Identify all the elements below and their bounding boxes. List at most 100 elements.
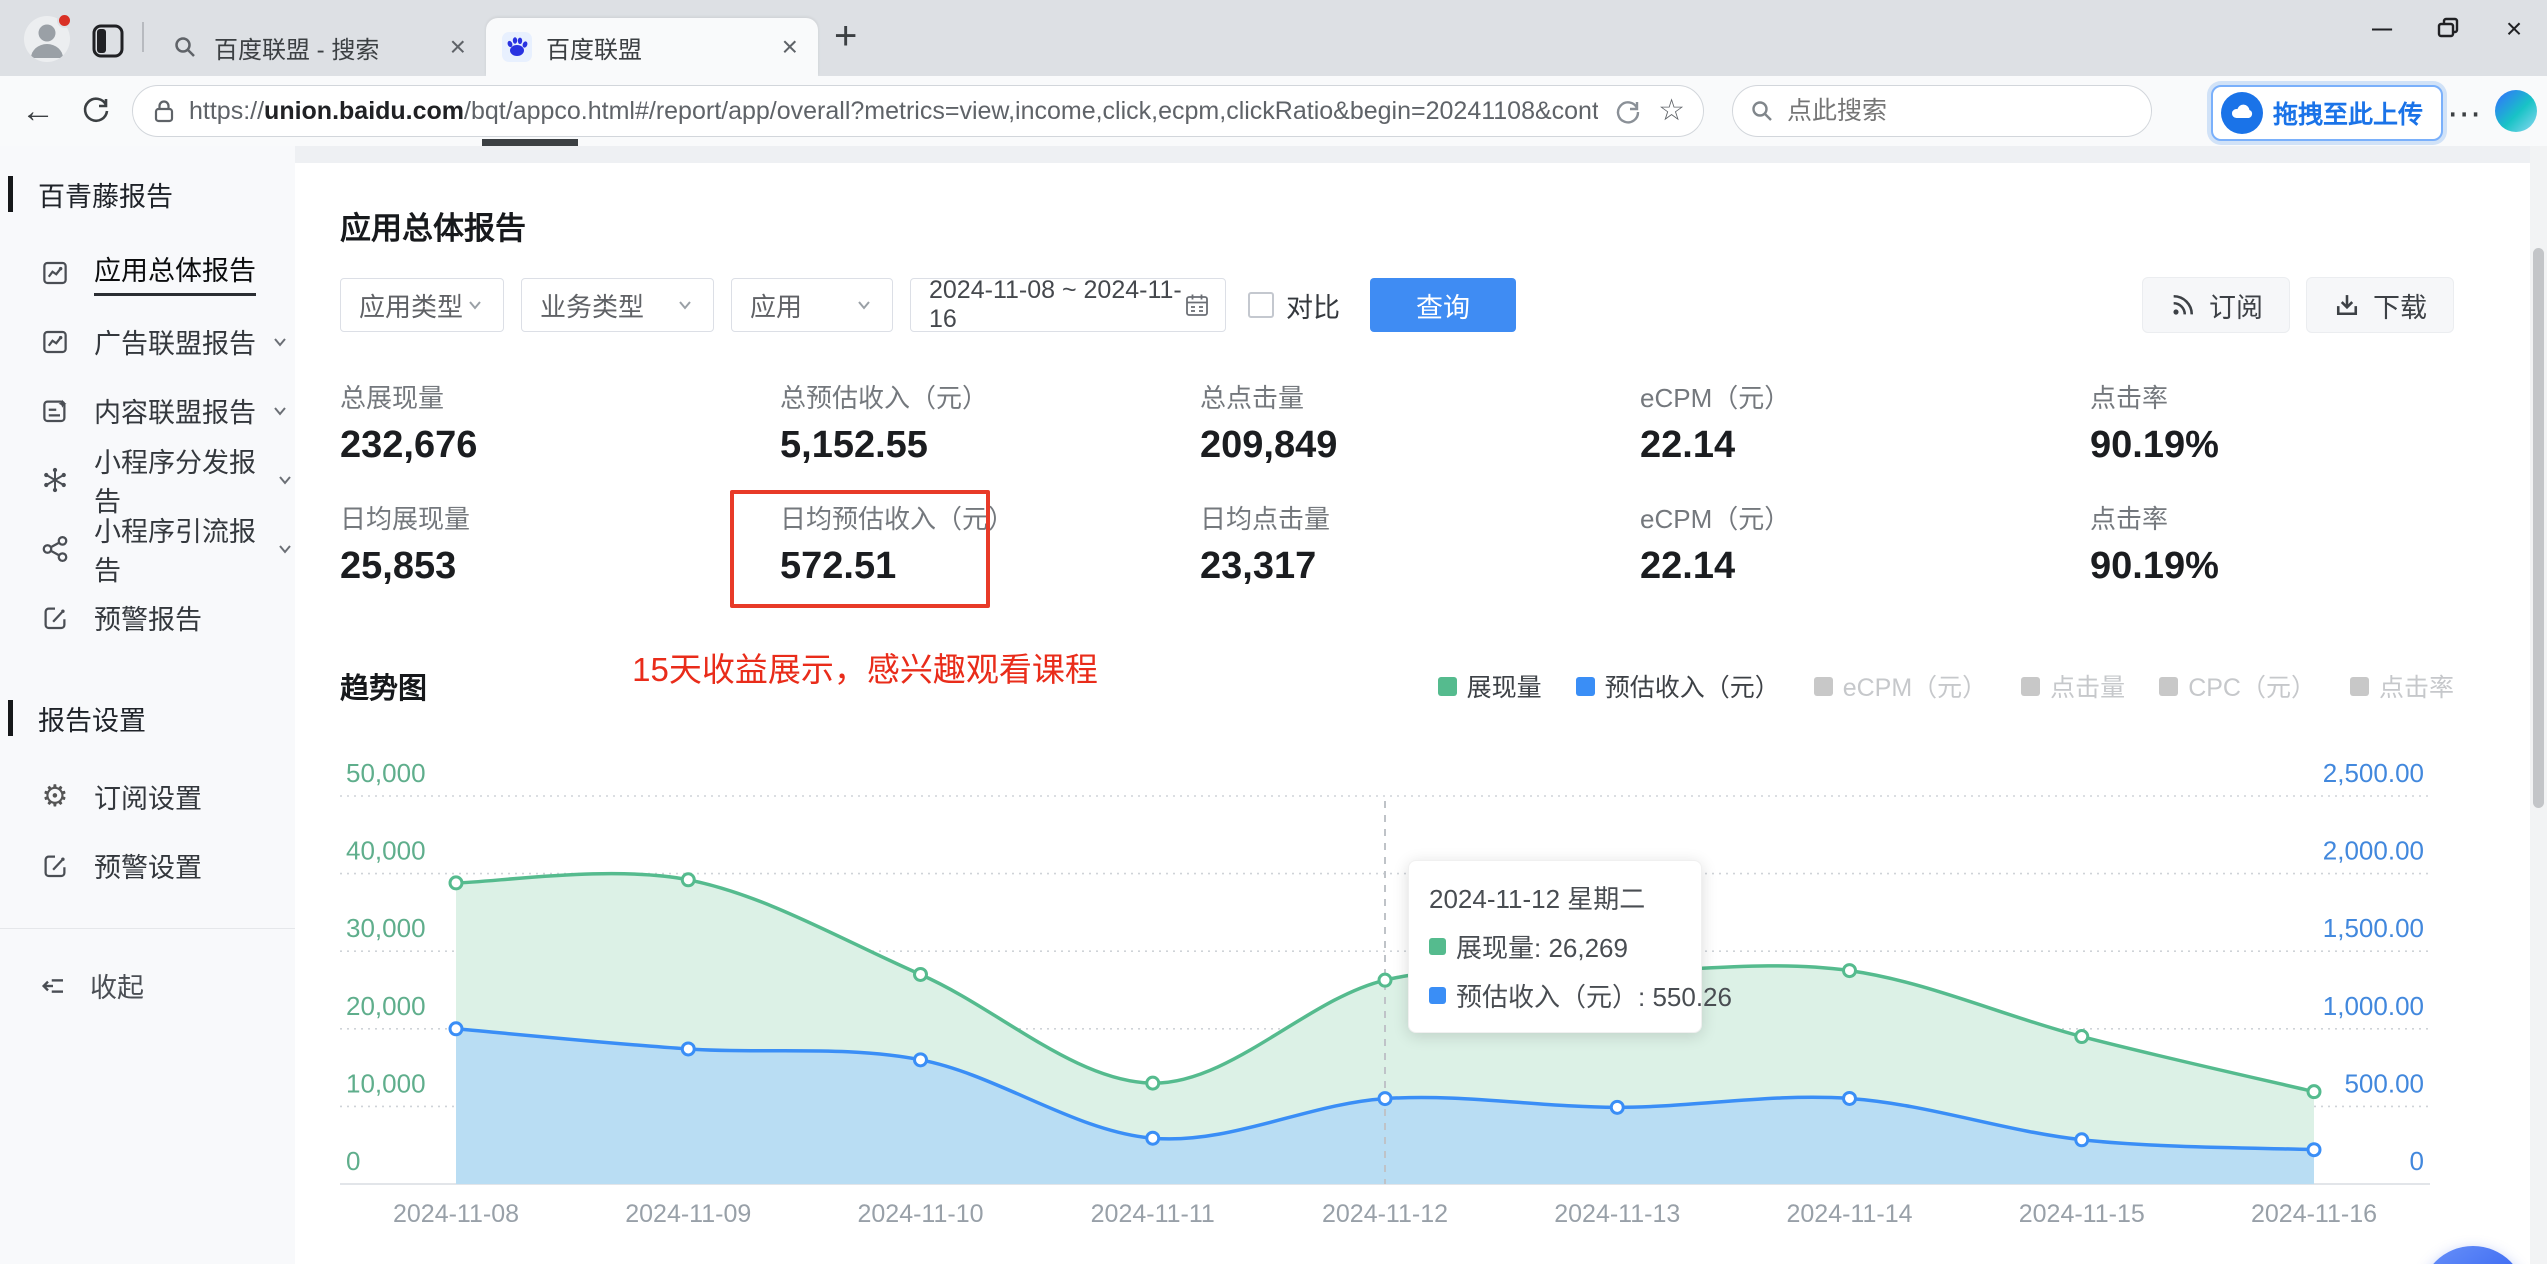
- download-label: 下载: [2373, 292, 2427, 323]
- date-range-value: 2024-11-08 ~ 2024-11-16: [929, 276, 1182, 333]
- search-favicon-icon: [170, 32, 200, 62]
- window-close-button[interactable]: ×: [2481, 0, 2547, 58]
- tab-divider: [142, 22, 144, 52]
- refresh-button[interactable]: [74, 95, 118, 127]
- browser-menu-button[interactable]: ⋯: [2447, 94, 2483, 134]
- browser-search-box[interactable]: [1732, 85, 2152, 137]
- copilot-icon[interactable]: [2495, 90, 2537, 132]
- select-value: 业务类型: [540, 291, 645, 322]
- legend-item-ctr[interactable]: 点击率: [2349, 668, 2454, 704]
- workspaces-icon: [92, 24, 124, 58]
- page-title: 应用总体报告: [340, 211, 526, 246]
- legend-swatch: [2021, 676, 2041, 696]
- subscribe-label: 订阅: [2209, 292, 2263, 323]
- baidu-favicon-icon: [502, 32, 532, 62]
- legend-item-revenue[interactable]: 预估收入（元）: [1575, 668, 1780, 704]
- stat-value: 25,853: [340, 545, 457, 587]
- svg-text:2024-11-10: 2024-11-10: [857, 1200, 983, 1228]
- download-button[interactable]: 下载: [2306, 277, 2454, 333]
- legend-label: 展现量: [1466, 674, 1542, 702]
- legend-item-clicks[interactable]: 点击量: [2021, 668, 2125, 704]
- chevron-down-icon: [679, 301, 691, 310]
- favorite-star-icon[interactable]: ☆: [1658, 96, 1685, 126]
- tab-title: 百度联盟 - 搜索: [214, 36, 380, 64]
- snowflake-dots-icon: [38, 465, 72, 495]
- sidebar-item-label: 小程序分发报告: [94, 447, 256, 517]
- legend-item-impressions[interactable]: 展现量: [1437, 668, 1542, 704]
- sidebar-item-subscribe-settings[interactable]: ⚙ 订阅设置: [0, 762, 295, 831]
- search-input[interactable]: [1787, 96, 2087, 126]
- sidebar-item-label: 广告联盟报告: [94, 329, 256, 359]
- section-marker: [8, 700, 13, 736]
- legend-item-ecpm[interactable]: eCPM（元）: [1813, 668, 1987, 704]
- sidebar-item-content-union-report[interactable]: 内容联盟报告: [0, 376, 295, 445]
- search-icon: [1752, 101, 1772, 121]
- stat-daily-revenue: 日均预估收入（元） 572.51: [780, 499, 1200, 588]
- stat-value: 90.19%: [2090, 424, 2219, 466]
- sidebar-item-alert-report[interactable]: 预警报告: [0, 583, 295, 652]
- gear-icon: ⚙: [41, 779, 69, 813]
- workspaces-button[interactable]: [92, 24, 124, 58]
- scrollbar-thumb[interactable]: [2533, 248, 2544, 808]
- chevron-down-icon: [270, 332, 290, 352]
- tab-title: 百度联盟: [546, 36, 642, 64]
- download-icon: [2336, 295, 2358, 316]
- window-minimize-button[interactable]: ─: [2349, 0, 2415, 58]
- legend-swatch: [2159, 676, 2179, 696]
- sidebar-item-alert-settings[interactable]: 预警设置: [0, 831, 295, 900]
- app-type-select[interactable]: 应用类型: [340, 278, 504, 332]
- svg-text:500.00: 500.00: [2344, 1068, 2424, 1098]
- tooltip-row: 展现量: 26,269: [1429, 928, 1681, 965]
- sidebar-item-label: 小程序引流报告: [94, 516, 256, 586]
- netdisk-upload-badge[interactable]: 拖拽至此上传: [2210, 85, 2443, 141]
- browser-profile-button[interactable]: [24, 13, 72, 62]
- sidebar-item-miniapp-distribution-report[interactable]: 小程序分发报告: [0, 445, 295, 517]
- business-type-select[interactable]: 业务类型: [521, 278, 714, 332]
- calendar-icon: [1186, 294, 1208, 316]
- loading-indicator: [482, 139, 578, 146]
- window-restore-button[interactable]: [2415, 0, 2481, 58]
- sidebar-item-app-overall-report[interactable]: 应用总体报告: [0, 238, 295, 307]
- tab-close-icon[interactable]: ×: [446, 33, 470, 61]
- stat-value: 5,152.55: [780, 424, 928, 466]
- collapse-label: 收起: [90, 973, 144, 1003]
- legend-swatch: [2349, 676, 2369, 696]
- legend-label: 点击率: [2378, 674, 2454, 702]
- address-bar[interactable]: https://union.baidu.com/bqt/appco.html#/…: [132, 85, 1704, 137]
- tooltip-date: 2024-11-12 星期二: [1429, 884, 1646, 914]
- url-text: https://union.baidu.com/bqt/appco.html#/…: [189, 96, 1599, 125]
- subscribe-button[interactable]: 订阅: [2142, 277, 2290, 333]
- svg-text:1,000.00: 1,000.00: [2323, 991, 2424, 1021]
- tracking-prevention-icon[interactable]: [1614, 97, 1642, 125]
- sidebar-item-ad-union-report[interactable]: 广告联盟报告: [0, 307, 295, 376]
- query-button[interactable]: 查询: [1370, 278, 1516, 332]
- stat-value: 23,317: [1200, 545, 1317, 587]
- stats-row-total: 总展现量 232,676 总预估收入（元） 5,152.55 总点击量 209,…: [340, 378, 2530, 467]
- svg-text:2024-11-08: 2024-11-08: [393, 1200, 519, 1228]
- svg-text:2,500.00: 2,500.00: [2323, 758, 2424, 788]
- legend-item-cpc[interactable]: CPC（元）: [2159, 668, 2316, 704]
- svg-text:2024-11-14: 2024-11-14: [1786, 1200, 1912, 1228]
- stat-label: eCPM（元）: [1640, 383, 1791, 413]
- sidebar-collapse-button[interactable]: 收起: [0, 951, 295, 1020]
- tooltip-swatch: [1429, 987, 1446, 1004]
- back-button[interactable]: ←: [16, 92, 60, 131]
- trend-chart[interactable]: 0 0 10,000 500.00 20,000 1,000.00 30,000 1,500.…: [340, 706, 2430, 1246]
- date-range-picker[interactable]: 2024-11-08 ~ 2024-11-16: [910, 276, 1226, 333]
- app-select[interactable]: 应用: [731, 278, 893, 332]
- chart-tooltip: 2024-11-12 星期二 展现量: 26,269 预估收入（元）: 550.…: [1408, 860, 1732, 1033]
- tab-baidu-search[interactable]: 百度联盟 - 搜索 ×: [154, 18, 486, 76]
- sidebar-divider: [0, 928, 295, 929]
- svg-text:30,000: 30,000: [346, 913, 426, 943]
- new-tab-button[interactable]: +: [834, 16, 857, 56]
- tab-close-icon[interactable]: ×: [778, 33, 802, 61]
- sidebar-item-miniapp-traffic-report[interactable]: 小程序引流报告: [0, 514, 295, 586]
- stats-row-daily: 日均展现量 25,853 日均预估收入（元） 572.51 日均点击量 23,3…: [340, 499, 2530, 588]
- sidebar-item-label: 预警设置: [94, 853, 202, 883]
- contrast-checkbox[interactable]: [1248, 292, 1274, 318]
- tab-baidu-union[interactable]: 百度联盟 ×: [486, 18, 818, 76]
- svg-text:20,000: 20,000: [346, 991, 426, 1021]
- contrast-label: 对比: [1286, 292, 1340, 323]
- red-annotation-text: 15天收益展示，感兴趣观看课程: [632, 651, 1098, 688]
- sidebar: 百青藤报告 应用总体报告 广告联盟报告 内容联盟报告 小程序分发报告 小程序引流…: [0, 146, 295, 1264]
